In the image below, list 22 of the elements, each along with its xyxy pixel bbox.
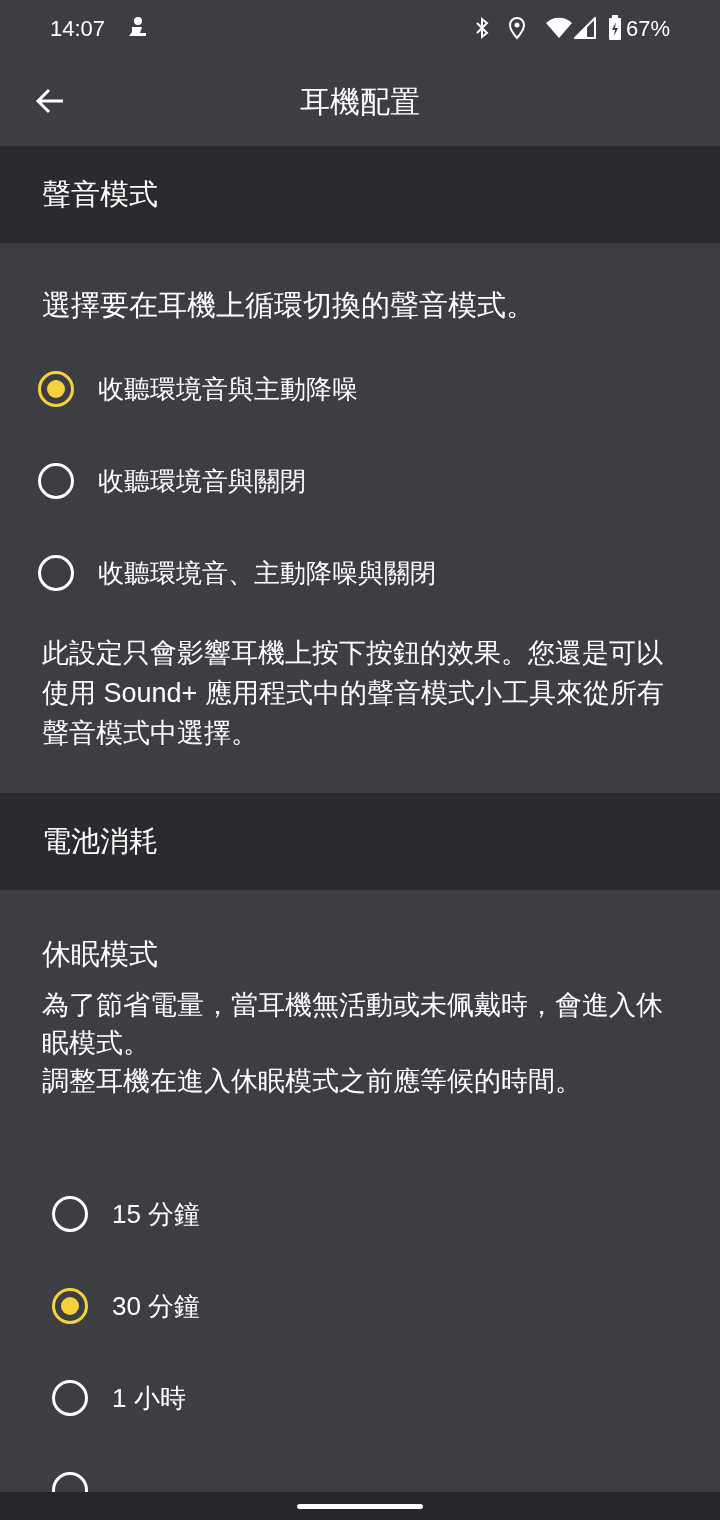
- wifi-icon: [545, 17, 572, 39]
- section-header: 聲音模式: [0, 146, 720, 243]
- screen-title: 耳機配置: [299, 83, 421, 120]
- note-text: 此設定只會影響耳機上按下按鈕的效果。您還是可以使用 Sound+ 應用程式中的聲音模式小工具來從所有聲音模式中選擇。: [41, 637, 665, 750]
- section-header: 電池消耗: [0, 793, 720, 890]
- section-description: 選擇要在耳機上循環切換的聲音模式。: [41, 288, 536, 323]
- radio-option[interactable]: 收聽環境音、主動降噪與關閉: [0, 527, 720, 619]
- radio-option[interactable]: 30 分鐘: [0, 1260, 720, 1352]
- radio-option[interactable]: 收聽環境音與關閉: [0, 435, 720, 527]
- radio-option[interactable]: 1 小時: [0, 1352, 720, 1444]
- location-icon: [507, 16, 526, 40]
- description-text: 調整耳機在進入休眠模式之前應等候的時間。: [41, 1065, 583, 1098]
- radio-option[interactable]: 15 分鐘: [0, 1168, 720, 1260]
- subsection-title: 休眠模式: [41, 937, 159, 972]
- radio-option[interactable]: 收聽環境音與主動降噪: [0, 343, 720, 435]
- signal-icon: [573, 17, 596, 39]
- status-time: 14:07: [50, 14, 106, 43]
- back-arrow-icon: [35, 88, 65, 114]
- battery-percentage: 67%: [625, 14, 670, 43]
- battery-charging-icon: [607, 15, 622, 41]
- description-text: 為了節省電量，當耳機無活動或未佩戴時，會進入休眠模式。: [41, 989, 664, 1060]
- home-handle[interactable]: [297, 1503, 423, 1509]
